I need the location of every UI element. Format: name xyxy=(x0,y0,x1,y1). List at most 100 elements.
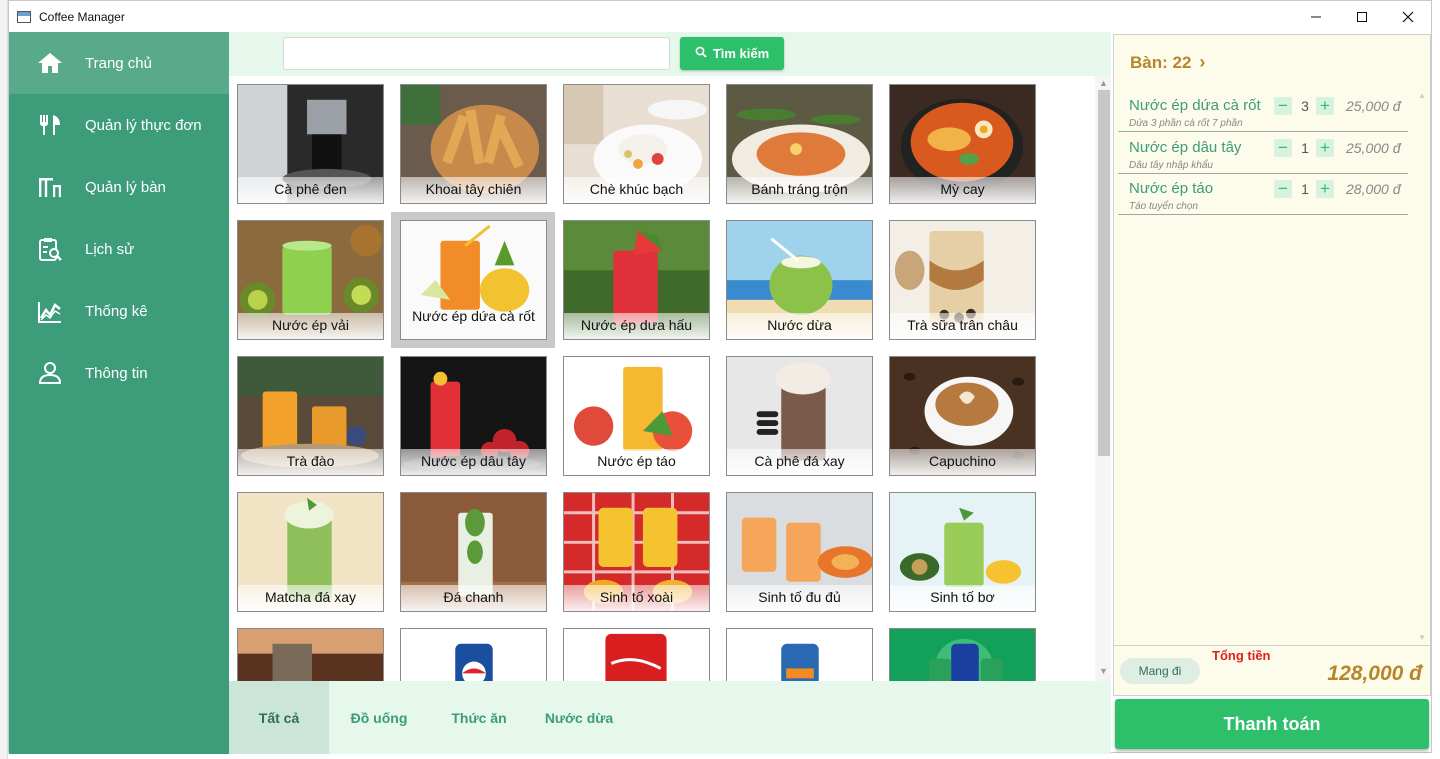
product-tile[interactable] xyxy=(889,628,1036,681)
history-icon xyxy=(37,236,63,262)
search-input[interactable] xyxy=(283,37,670,70)
order-item-note: Dâu tây nhập khẩu xyxy=(1129,160,1213,171)
product-tile[interactable]: Matcha đá xay xyxy=(237,492,384,612)
total-label: Tổng tiền xyxy=(1212,648,1271,663)
table-label: Bàn: 22 xyxy=(1130,52,1192,72)
tab-food[interactable]: Thức ăn xyxy=(429,681,529,754)
sidebar: Trang chủ Quản lý thực đơn Quản lý bàn L… xyxy=(9,32,229,754)
table-icon xyxy=(37,174,63,200)
order-item-qty: 1 xyxy=(1301,181,1309,197)
product-tile[interactable]: Nước ép táo xyxy=(563,356,710,476)
order-item-price: 25,000 đ xyxy=(1346,140,1401,156)
sidebar-item-home[interactable]: Trang chủ xyxy=(9,32,229,94)
decrease-qty-button[interactable]: − xyxy=(1274,179,1292,198)
product-tile[interactable]: Cà phê đen xyxy=(237,84,384,204)
search-bar: Tìm kiếm xyxy=(229,32,1111,76)
product-tile[interactable]: Nước dừa xyxy=(726,220,873,340)
sidebar-item-history[interactable]: Lịch sử xyxy=(9,218,229,280)
search-button[interactable]: Tìm kiếm xyxy=(680,37,784,70)
order-item-note: Dứa 3 phần cà rốt 7 phần xyxy=(1129,118,1243,129)
product-label: Mỳ cay xyxy=(890,177,1035,203)
order-item-note: Táo tuyển chọn xyxy=(1129,201,1198,212)
panel-scroll-up-icon[interactable]: ▲ xyxy=(1418,91,1426,100)
sidebar-item-info[interactable]: Thông tin xyxy=(9,342,229,404)
tab-all[interactable]: Tất cả xyxy=(229,681,329,754)
scroll-down-icon[interactable]: ▼ xyxy=(1099,666,1108,676)
app-window: Coffee Manager Trang chủ Quản lý thực đơ… xyxy=(8,0,1432,754)
product-tile[interactable]: Mỳ cay xyxy=(889,84,1036,204)
product-label: Bánh tráng trộn xyxy=(727,177,872,203)
tab-coconut[interactable]: Nước dừa xyxy=(529,681,629,754)
order-item-name: Nước ép dứa cà rốt xyxy=(1129,97,1261,114)
product-label: Chè khúc bạch xyxy=(564,177,709,203)
product-tile[interactable] xyxy=(726,628,873,681)
order-item-name: Nước ép táo xyxy=(1129,180,1214,197)
order-item-qty: 3 xyxy=(1301,98,1309,114)
minimize-icon[interactable] xyxy=(1293,1,1339,32)
product-label: Sinh tố xoài xyxy=(564,585,709,611)
tab-drinks[interactable]: Đồ uống xyxy=(329,681,429,754)
product-label: Nước ép táo xyxy=(564,449,709,475)
product-tile[interactable] xyxy=(400,628,547,681)
increase-qty-button[interactable]: + xyxy=(1316,179,1334,198)
order-item: Nước ép dứa cà rốt Dứa 3 phần cà rốt 7 p… xyxy=(1118,91,1408,132)
checkout-button[interactable]: Thanh toán xyxy=(1115,699,1429,749)
product-label: Matcha đá xay xyxy=(238,585,383,611)
product-tile[interactable]: Trà đào xyxy=(237,356,384,476)
product-tile[interactable]: Cà phê đá xay xyxy=(726,356,873,476)
app-icon xyxy=(17,10,31,23)
sidebar-item-menu-management[interactable]: Quản lý thực đơn xyxy=(9,94,229,156)
product-label: Nước ép dứa cà rốt xyxy=(412,308,535,325)
order-panel: Bàn: 22 › ▲ Nước ép dứa cà rốt Dứa 3 phầ… xyxy=(1113,34,1431,646)
chevron-right-icon: › xyxy=(1199,52,1206,72)
product-tile[interactable]: Sinh tố đu đủ xyxy=(726,492,873,612)
maximize-icon[interactable] xyxy=(1339,1,1385,32)
product-label: Nước dừa xyxy=(727,313,872,339)
product-tile[interactable]: Khoai tây chiên xyxy=(400,84,547,204)
product-grid: Cà phê đen Khoai tây chiên Chè khúc bạch… xyxy=(229,76,1095,681)
order-item: Nước ép táo Táo tuyển chọn − 1 + 28,000 … xyxy=(1118,174,1408,215)
window-controls xyxy=(1293,1,1431,32)
product-tile[interactable]: Nước ép dứa cà rốt xyxy=(400,220,547,340)
product-tile[interactable]: Sinh tố bơ xyxy=(889,492,1036,612)
sidebar-item-label: Quản lý thực đơn xyxy=(85,116,202,134)
sidebar-item-label: Lịch sử xyxy=(85,240,135,258)
product-tile[interactable]: Nước ép dưa hấu xyxy=(563,220,710,340)
product-tile[interactable] xyxy=(237,628,384,681)
sidebar-item-statistics[interactable]: Thống kê xyxy=(9,280,229,342)
sidebar-item-label: Trang chủ xyxy=(85,54,152,72)
search-button-label: Tìm kiếm xyxy=(712,46,770,61)
close-icon[interactable] xyxy=(1385,1,1431,32)
title-bar: Coffee Manager xyxy=(9,1,1431,32)
product-tile[interactable]: Chè khúc bạch xyxy=(563,84,710,204)
decrease-qty-button[interactable]: − xyxy=(1274,138,1292,157)
product-tile[interactable]: Đá chanh xyxy=(400,492,547,612)
product-tile[interactable]: Sinh tố xoài xyxy=(563,492,710,612)
decrease-qty-button[interactable]: − xyxy=(1274,96,1292,115)
order-item-name: Nước ép dâu tây xyxy=(1129,139,1242,156)
product-tile[interactable]: Nước ép vải xyxy=(237,220,384,340)
product-label: Nước ép vải xyxy=(238,313,383,339)
product-tile[interactable]: Nước ép dâu tây xyxy=(400,356,547,476)
fork-knife-icon xyxy=(37,112,63,138)
takeaway-toggle[interactable]: Mang đi xyxy=(1120,658,1200,684)
search-icon xyxy=(695,46,707,61)
panel-scroll-down-icon[interactable]: ▼ xyxy=(1418,633,1426,642)
product-tile[interactable]: Capuchino xyxy=(889,356,1036,476)
scroll-thumb[interactable] xyxy=(1098,90,1110,456)
table-selector[interactable]: Bàn: 22 › xyxy=(1130,52,1205,73)
category-tabs: Tất cả Đồ uống Thức ăn Nước dừa xyxy=(229,681,1111,754)
total-value: 128,000 đ xyxy=(1327,662,1422,685)
home-icon xyxy=(37,50,63,76)
order-item-price: 28,000 đ xyxy=(1346,181,1401,197)
product-tile[interactable] xyxy=(563,628,710,681)
increase-qty-button[interactable]: + xyxy=(1316,96,1334,115)
scroll-up-icon[interactable]: ▲ xyxy=(1099,78,1108,88)
product-tile[interactable]: Bánh tráng trộn xyxy=(726,84,873,204)
product-label: Cà phê đá xay xyxy=(727,449,872,475)
increase-qty-button[interactable]: + xyxy=(1316,138,1334,157)
product-grid-scrollbar[interactable]: ▲ ▼ xyxy=(1095,76,1111,681)
product-label: Sinh tố đu đủ xyxy=(727,585,872,611)
product-tile[interactable]: Trà sữa trân châu xyxy=(889,220,1036,340)
sidebar-item-table-management[interactable]: Quản lý bàn xyxy=(9,156,229,218)
